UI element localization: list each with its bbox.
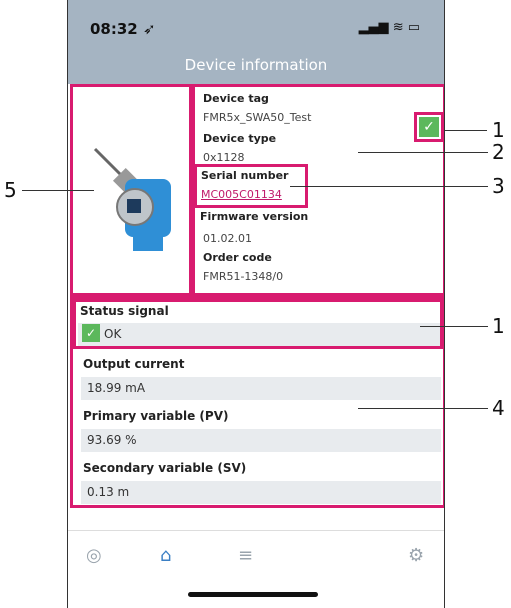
device-type-label: Device type [203,132,277,145]
gauge-icon[interactable]: ◎ [86,545,102,566]
order-code-value: FMR51-1348/0 [203,270,284,283]
phone-screen: 08:32 ➶ ▂▄▆ ≋ ▭ Device information Devic… [67,0,445,608]
callout-1a: 1 [492,118,505,142]
output-current-field: 18.99 mA [81,377,441,400]
device-tag-label: Device tag [203,92,269,105]
callout-line-2 [358,152,488,153]
callout-line-5 [22,190,94,191]
firmware-label-visible: Firmware version [200,210,309,223]
status-signal-label: Status signal [80,304,169,318]
status-signal-field: OK [78,323,440,346]
device-type-value: 0x1128 [203,151,245,164]
status-icons: ▂▄▆ ≋ ▭ [358,20,420,35]
callout-2: 2 [492,140,505,164]
order-code-label: Order code [203,251,272,264]
callout-line-1a [445,130,487,131]
pv-label: Primary variable (PV) [83,409,229,423]
page-title: Device information [184,56,328,74]
callout-4: 4 [492,396,505,420]
callout-5: 5 [4,178,17,202]
menu-icon[interactable]: ≡ [238,545,253,566]
status-signal-value: OK [104,327,122,341]
home-indicator [188,592,318,597]
device-tag-value: FMR5x_SWA50_Test [203,111,312,124]
nav-bar: Device information [68,50,444,84]
serial-number-link[interactable]: MC005C01134 [201,188,282,201]
ok-check-icon: ✓ [82,324,100,342]
sv-field: 0.13 m [81,481,441,504]
callout-line-3 [290,186,488,187]
clock: 08:32 ➶ [90,20,156,38]
status-signal-frame: Status signal OK ✓ [73,299,443,349]
check-icon: ✓ [419,117,439,137]
status-bar: 08:32 ➶ ▂▄▆ ≋ ▭ [68,0,444,50]
output-current-label-vis: Output current [83,357,185,371]
callout-1b: 1 [492,314,505,338]
settings-hand-icon[interactable]: ⚙ [408,545,424,566]
firmware-value: 01.02.01 [203,232,252,245]
callout-line-1b [420,326,488,327]
sv-label: Secondary variable (SV) [83,461,247,475]
pv-field: 93.69 % [81,429,441,452]
device-status-frame: ✓ [414,112,444,142]
tab-bar: ◎ ⌂ ≡ ⚙ [68,530,444,581]
home-icon[interactable]: ⌂ [160,545,171,566]
serial-number-label: Serial number [201,169,289,182]
callout-line-4 [358,408,488,409]
callout-3: 3 [492,174,505,198]
